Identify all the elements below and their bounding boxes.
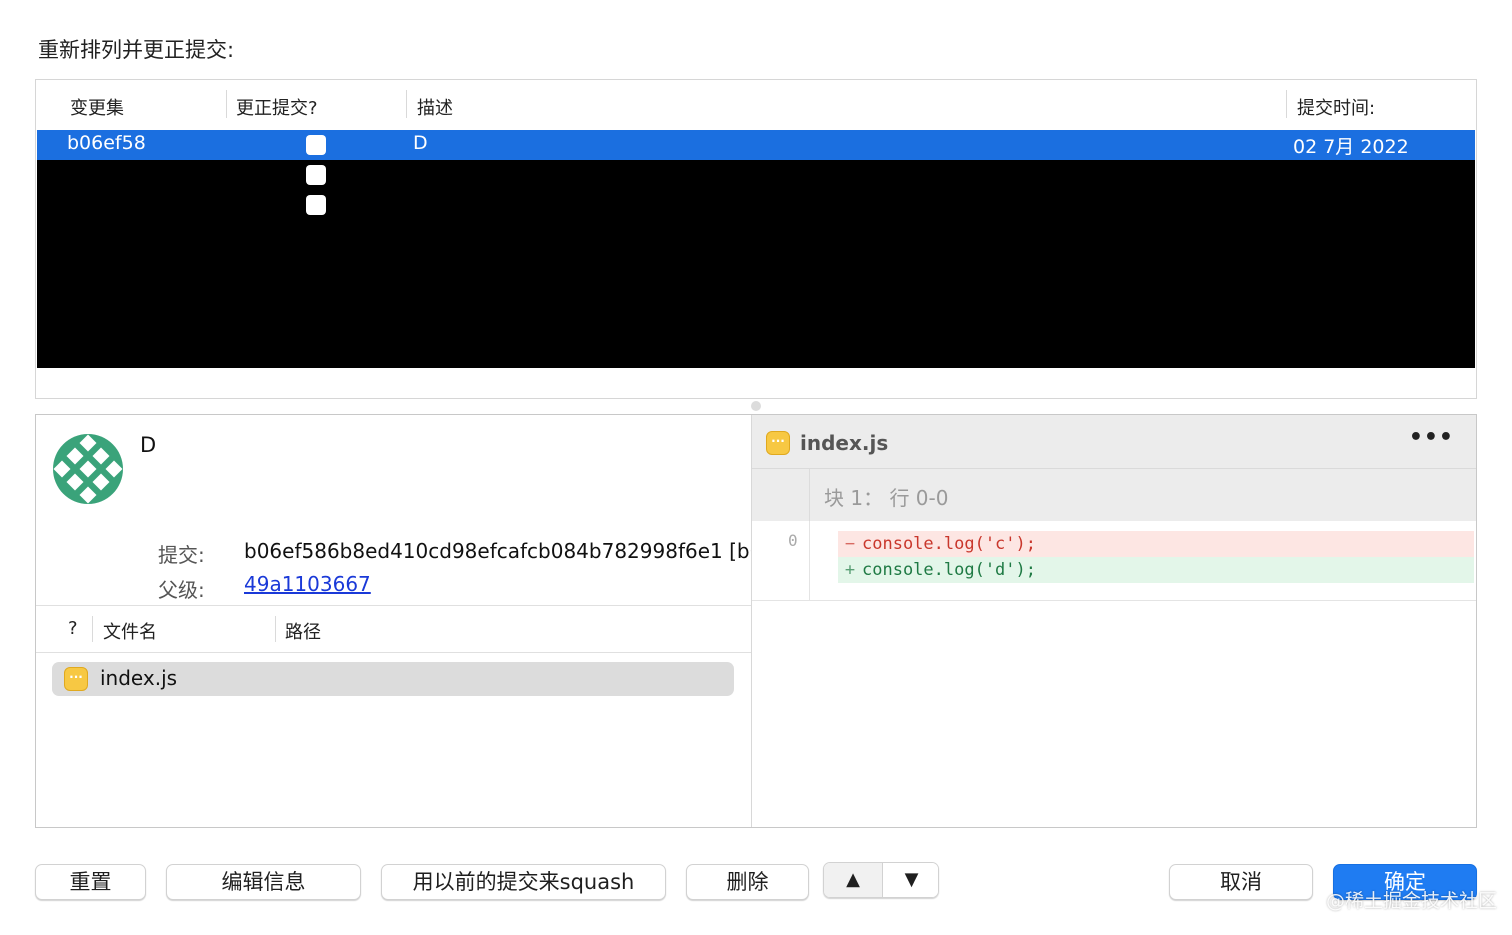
commit-table: 变更集 更正提交? 描述 提交时间: b06ef58 D 02 7月 2022 bbox=[35, 79, 1477, 399]
commit-list-empty-area bbox=[37, 160, 1475, 368]
commit-time: 02 7月 2022 bbox=[1293, 136, 1409, 158]
column-header-file-name[interactable]: 文件名 bbox=[103, 618, 157, 644]
column-separator[interactable] bbox=[226, 90, 227, 118]
watermark: @稀土掘金技术社区 bbox=[1326, 890, 1498, 912]
diff-line-removed[interactable]: − console.log('c'); bbox=[838, 531, 1474, 557]
diff-file-name: index.js bbox=[800, 431, 889, 455]
file-row[interactable]: ··· index.js bbox=[52, 662, 734, 696]
commit-subject: D bbox=[140, 433, 157, 457]
delete-button[interactable]: 删除 bbox=[686, 864, 809, 900]
amend-checkbox[interactable] bbox=[306, 135, 326, 155]
column-separator[interactable] bbox=[406, 90, 407, 118]
amend-checkbox[interactable] bbox=[306, 195, 326, 215]
js-file-icon: ··· bbox=[64, 667, 88, 691]
move-up-button[interactable]: ▲ bbox=[824, 863, 882, 897]
commit-row-selected[interactable]: b06ef58 D 02 7月 2022 bbox=[37, 130, 1475, 160]
amend-checkbox[interactable] bbox=[306, 165, 326, 185]
diff-minus-sign: − bbox=[844, 534, 856, 554]
column-header-amend[interactable]: 更正提交? bbox=[236, 94, 318, 120]
hunk-header: 块 1： 行 0-0 bbox=[752, 469, 1476, 521]
reset-button[interactable]: 重置 bbox=[35, 864, 146, 900]
dialog-title: 重新排列并更正提交: bbox=[38, 38, 235, 62]
commit-table-header: 变更集 更正提交? 描述 提交时间: bbox=[36, 80, 1476, 130]
line-number: 0 bbox=[788, 531, 798, 550]
diff-file-header: ··· index.js ••• bbox=[752, 415, 1476, 469]
line-gutter bbox=[752, 469, 810, 521]
squash-button[interactable]: 用以前的提交来squash bbox=[381, 864, 666, 900]
commit-info-pane: D 提交: b06ef586b8ed410cd98efcafcb084b7829… bbox=[36, 415, 752, 827]
diff-pane: ··· index.js ••• 块 1： 行 0-0 0 − console.l… bbox=[752, 415, 1476, 827]
commit-label: 提交: bbox=[158, 543, 205, 567]
diff-line-added[interactable]: + console.log('d'); bbox=[838, 557, 1474, 583]
column-separator[interactable] bbox=[92, 616, 93, 642]
commit-hash: b06ef586b8ed410cd98efcafcb084b782998f6e1… bbox=[244, 539, 752, 563]
column-header-description[interactable]: 描述 bbox=[417, 94, 453, 120]
file-name: index.js bbox=[100, 666, 178, 690]
split-view-handle[interactable] bbox=[751, 401, 761, 411]
move-stepper: ▲ ▼ bbox=[823, 862, 939, 898]
avatar bbox=[53, 434, 123, 504]
column-header-status[interactable]: ? bbox=[68, 618, 78, 639]
parent-label: 父级: bbox=[158, 578, 205, 602]
column-header-changeset[interactable]: 变更集 bbox=[70, 94, 124, 120]
diff-line-text: console.log('d'); bbox=[862, 560, 1036, 580]
move-down-button[interactable]: ▼ bbox=[882, 863, 938, 897]
diff-plus-sign: + bbox=[844, 560, 856, 580]
files-table-header: ? 文件名 路径 bbox=[36, 605, 751, 653]
column-header-commit-time[interactable]: 提交时间: bbox=[1297, 94, 1375, 120]
column-separator[interactable] bbox=[275, 616, 276, 642]
cancel-button[interactable]: 取消 bbox=[1169, 864, 1313, 900]
js-file-icon: ··· bbox=[766, 431, 790, 455]
commit-description: D bbox=[413, 132, 428, 154]
column-separator[interactable] bbox=[1286, 90, 1287, 118]
diff-line-text: console.log('c'); bbox=[862, 534, 1036, 554]
diff-body: 0 − console.log('c'); + console.log('d'); bbox=[752, 521, 1476, 601]
hunk-label: 块 1： 行 0-0 bbox=[824, 486, 949, 510]
parent-hash-link[interactable]: 49a1103667 bbox=[244, 572, 371, 596]
commit-detail-panel: D 提交: b06ef586b8ed410cd98efcafcb084b7829… bbox=[35, 414, 1477, 828]
column-header-path[interactable]: 路径 bbox=[285, 618, 321, 644]
commit-changeset: b06ef58 bbox=[67, 132, 146, 154]
line-gutter: 0 bbox=[752, 521, 810, 601]
more-options-icon[interactable]: ••• bbox=[1409, 425, 1454, 450]
edit-message-button[interactable]: 编辑信息 bbox=[166, 864, 361, 900]
